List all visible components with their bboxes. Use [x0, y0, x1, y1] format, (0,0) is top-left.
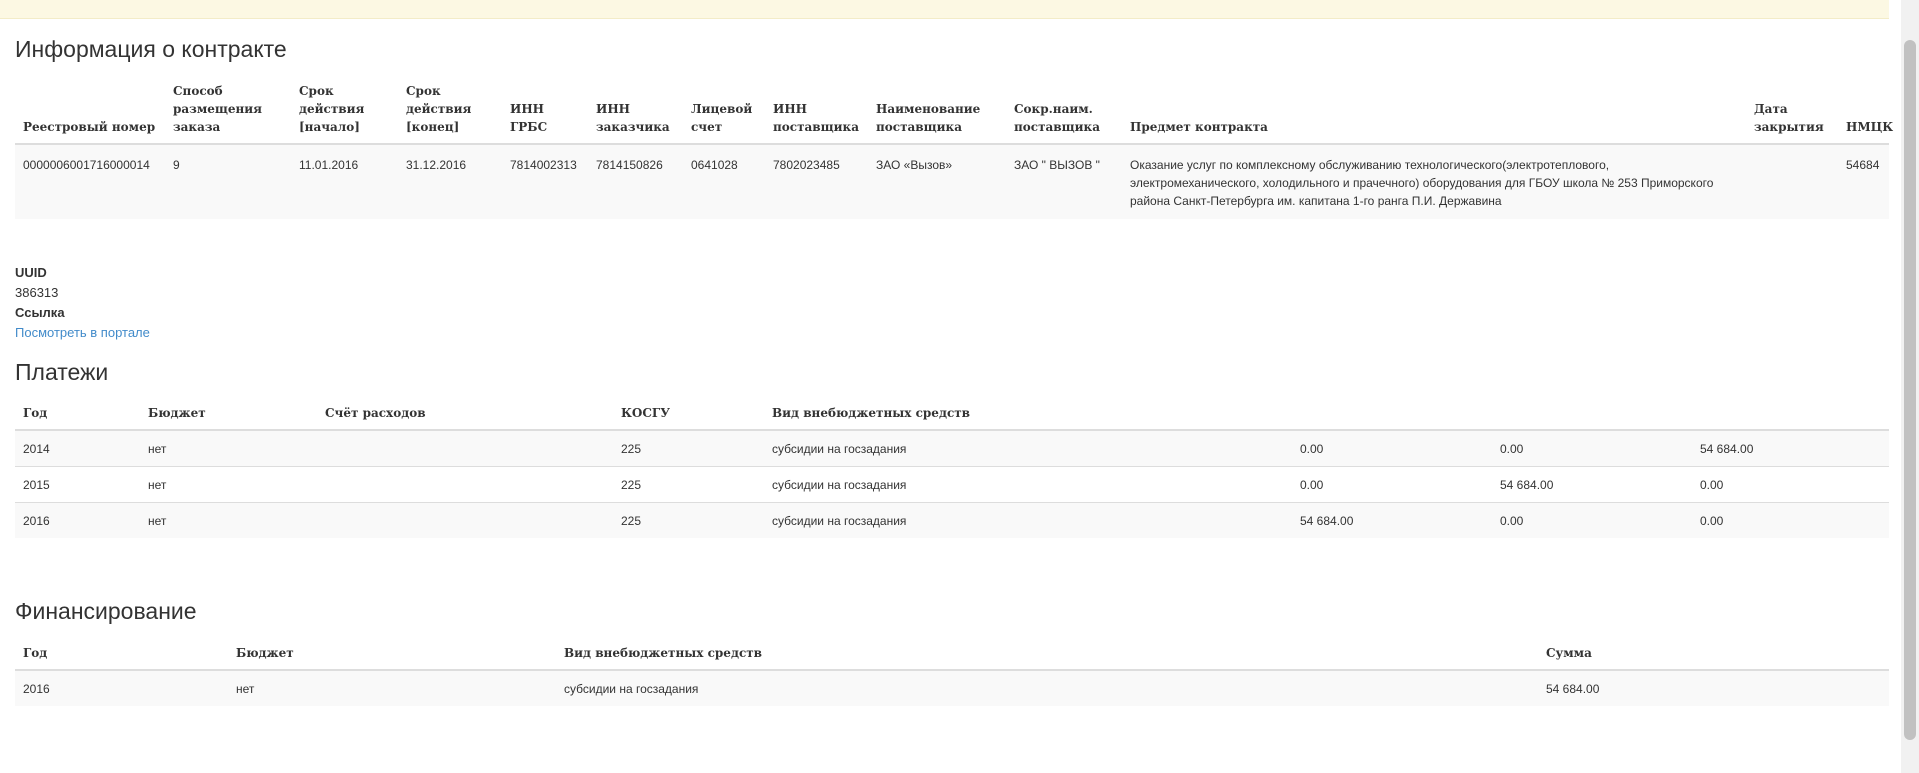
col-offbudget-kind: Вид внебюджетных средств [764, 400, 1292, 431]
table-row: 2016 нет субсидии на госзадания 54 684.0… [15, 669, 1889, 706]
cell-offbudget-kind: субсидии на госзадания [764, 502, 1292, 538]
col-supplier-short: Сокр.наим. поставщика [1006, 78, 1122, 145]
col-amount-a [1292, 400, 1492, 431]
col-amount-c [1692, 400, 1889, 431]
cell-inn-customer: 7814150826 [588, 143, 683, 219]
table-row: 2014 нет 225 субсидии на госзадания 0.00… [15, 429, 1889, 467]
financing-table: Год Бюджет Вид внебюджетных средств Сумм… [15, 640, 1889, 706]
cell-inn-supplier: 7802023485 [765, 143, 868, 219]
col-inn-grbs: ИНН ГРБС [502, 78, 588, 145]
contract-header-row: Реестровый номер Способ размещения заказ… [15, 78, 1893, 145]
cell-year: 2016 [15, 502, 140, 538]
col-year: Год [15, 400, 140, 431]
cell-account: 0641028 [683, 143, 765, 219]
cell-supplier-short: ЗАО " ВЫЗОВ " [1006, 143, 1122, 219]
cell-end: 31.12.2016 [398, 143, 502, 219]
cell-start: 11.01.2016 [291, 143, 398, 219]
cell-amount-c: 0.00 [1692, 502, 1889, 538]
col-supplier-name: Наименование поставщика [868, 78, 1006, 145]
cell-expense-account [317, 502, 613, 538]
cell-amount-b: 0.00 [1492, 429, 1692, 467]
cell-supplier-name: ЗАО «Вызов» [868, 143, 1006, 219]
contract-heading: Информация о контракте [15, 36, 287, 62]
cell-offbudget-kind: субсидии на госзадания [764, 466, 1292, 503]
col-inn-customer: ИНН заказчика [588, 78, 683, 145]
cell-amount-a: 54 684.00 [1292, 502, 1492, 538]
col-budget: Бюджет [228, 640, 556, 671]
warning-banner [0, 0, 1889, 19]
cell-budget: нет [140, 502, 317, 538]
cell-budget: нет [228, 669, 556, 706]
scrollbar-thumb[interactable] [1904, 40, 1916, 740]
contract-info: UUID 386313 Ссылка Посмотреть в портале [15, 263, 150, 343]
cell-amount-b: 0.00 [1492, 502, 1692, 538]
cell-kosgu: 225 [613, 429, 764, 467]
col-nmck: НМЦК [1838, 78, 1893, 145]
col-subject: Предмет контракта [1122, 78, 1746, 145]
cell-amount-b: 54 684.00 [1492, 466, 1692, 503]
contract-table: Реестровый номер Способ размещения заказ… [15, 78, 1893, 219]
col-inn-supplier: ИНН поставщика [765, 78, 868, 145]
col-reg-number: Реестровый номер [15, 78, 165, 145]
cell-subject: Оказание услуг по комплексному обслужива… [1122, 143, 1746, 219]
cell-expense-account [317, 466, 613, 503]
col-budget: Бюджет [140, 400, 317, 431]
cell-kosgu: 225 [613, 502, 764, 538]
cell-offbudget-kind: субсидии на госзадания [556, 669, 1538, 706]
payments-table: Год Бюджет Счёт расходов КОСГУ Вид внебю… [15, 400, 1889, 538]
col-sum: Сумма [1538, 640, 1889, 671]
cell-close-date [1746, 143, 1838, 219]
portal-link[interactable]: Посмотреть в портале [15, 325, 150, 340]
cell-amount-a: 0.00 [1292, 466, 1492, 503]
cell-year: 2014 [15, 429, 140, 467]
col-amount-b [1492, 400, 1692, 431]
cell-expense-account [317, 429, 613, 467]
col-offbudget-kind: Вид внебюджетных средств [556, 640, 1538, 671]
table-row: 0000006001716000014 9 11.01.2016 31.12.2… [15, 143, 1889, 219]
cell-year: 2016 [15, 669, 228, 706]
cell-reg-number: 0000006001716000014 [15, 143, 165, 219]
financing-header-row: Год Бюджет Вид внебюджетных средств Сумм… [15, 640, 1889, 671]
cell-year: 2015 [15, 466, 140, 503]
cell-offbudget-kind: субсидии на госзадания [764, 429, 1292, 467]
cell-sum: 54 684.00 [1538, 669, 1889, 706]
col-year: Год [15, 640, 228, 671]
col-method: Способ размещения заказа [165, 78, 291, 145]
col-account: Лицевой счет [683, 78, 765, 145]
cell-amount-c: 0.00 [1692, 466, 1889, 503]
col-start: Срок действия [начало] [291, 78, 398, 145]
col-close-date: Дата закрытия [1746, 78, 1838, 145]
payments-header-row: Год Бюджет Счёт расходов КОСГУ Вид внебю… [15, 400, 1889, 431]
cell-budget: нет [140, 466, 317, 503]
uuid-value: 386313 [15, 285, 59, 300]
table-row: 2016 нет 225 субсидии на госзадания 54 6… [15, 502, 1889, 538]
cell-method: 9 [165, 143, 291, 219]
cell-nmck: 54684 [1838, 143, 1889, 219]
cell-amount-c: 54 684.00 [1692, 429, 1889, 467]
link-label: Ссылка [15, 305, 65, 320]
col-expense-account: Счёт расходов [317, 400, 613, 431]
cell-inn-grbs: 7814002313 [502, 143, 588, 219]
cell-kosgu: 225 [613, 466, 764, 503]
col-kosgu: КОСГУ [613, 400, 764, 431]
scrollbar[interactable] [1901, 0, 1919, 773]
table-row: 2015 нет 225 субсидии на госзадания 0.00… [15, 466, 1889, 503]
uuid-label: UUID [15, 265, 47, 280]
cell-amount-a: 0.00 [1292, 429, 1492, 467]
financing-heading: Финансирование [15, 598, 197, 624]
payments-heading: Платежи [15, 359, 109, 385]
col-end: Срок действия [конец] [398, 78, 502, 145]
cell-budget: нет [140, 429, 317, 467]
